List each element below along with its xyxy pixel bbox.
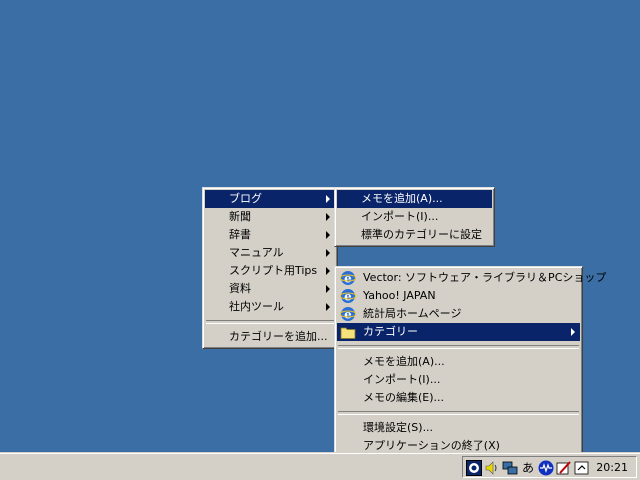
ie-icon: e [340,307,356,322]
submenu-arrow-icon [326,285,330,293]
svg-text:e: e [344,290,352,304]
signal-icon[interactable] [538,460,554,476]
menu-item-materials[interactable]: 資料 [205,280,335,298]
menu-item-add-memo[interactable]: メモを追加(A)... [337,190,492,208]
submenu-arrow-icon [571,328,575,336]
menu-item-label: Vector: ソフトウェア・ライブラリ＆PCショップ [363,271,607,284]
menu-separator [338,345,579,349]
submenu-arrow-icon [326,195,330,203]
menu-item-label: メモの編集(E)... [363,391,445,404]
menu-item-dictionary[interactable]: 辞書 [205,226,335,244]
tray-context-menu: e Vector: ソフトウェア・ライブラリ＆PCショップ e Yahoo! J… [334,266,606,458]
volume-icon[interactable] [484,460,500,476]
menu-item-link-vector[interactable]: e Vector: ソフトウェア・ライブラリ＆PCショップ [337,269,606,287]
menu-item-label: アプリケーションの終了(X) [363,439,500,452]
menu-item-label: マニュアル [229,246,284,259]
menu-item-link-yahoo[interactable]: e Yahoo! JAPAN [337,287,580,305]
folder-icon [340,327,356,339]
svg-text:e: e [344,308,352,322]
tool-icon[interactable] [556,460,572,476]
menu-item-label: 新聞 [229,210,251,223]
menu-item-label: 標準のカテゴリーに設定 [361,228,482,241]
menu-item-internal-tools[interactable]: 社内ツール [205,298,335,316]
network-icon[interactable] [502,460,518,476]
menu-item-label: 社内ツール [229,300,284,313]
submenu-arrow-icon [326,303,330,311]
menu-item-label: 環境設定(S)... [363,421,434,434]
menu-item-label: Yahoo! JAPAN [363,289,436,302]
menu-item-label: メモを追加(A)... [363,355,445,368]
menu-item-label: カテゴリーを追加... [229,330,328,343]
ie-icon: e [340,289,356,304]
menu-item-label: インポート(I)... [363,373,441,386]
menu-item-label: インポート(I)... [361,210,439,223]
blog-submenu: メモを追加(A)... インポート(I)... 標準のカテゴリーに設定 [334,187,495,247]
menu-item-label: 統計局ホームページ [363,307,462,320]
menu-item-label: 資料 [229,282,251,295]
menu-item-label: カテゴリー [363,325,418,338]
svg-text:e: e [344,272,352,286]
sync-icon[interactable] [574,460,590,476]
menu-item-add-memo[interactable]: メモを追加(A)... [337,353,580,371]
menu-item-import[interactable]: インポート(I)... [337,371,580,389]
submenu-arrow-icon [326,249,330,257]
menu-item-manual[interactable]: マニュアル [205,244,335,262]
submenu-arrow-icon [326,231,330,239]
menu-item-import[interactable]: インポート(I)... [337,208,492,226]
submenu-arrow-icon [326,267,330,275]
ime-icon[interactable]: あ [520,460,536,476]
menu-separator [206,320,334,324]
menu-item-category[interactable]: カテゴリー [337,323,580,341]
menu-item-edit-memo[interactable]: メモの編集(E)... [337,389,580,407]
menu-item-add-category[interactable]: カテゴリーを追加... [205,328,335,346]
menu-item-news[interactable]: 新聞 [205,208,335,226]
menu-item-label: メモを追加(A)... [361,192,443,205]
menu-item-label: ブログ [229,192,262,205]
menu-item-preferences[interactable]: 環境設定(S)... [337,419,580,437]
menu-item-set-default-category[interactable]: 標準のカテゴリーに設定 [337,226,492,244]
menu-item-label: 辞書 [229,228,251,241]
menu-item-script-tips[interactable]: スクリプト用Tips [205,262,335,280]
system-tray: あ 20:21 [462,456,637,478]
category-menu: ブログ 新聞 辞書 マニュアル スクリプト用Tips 資料 社内ツール カテゴリ… [202,187,338,349]
menu-item-link-stat-bureau[interactable]: e 統計局ホームページ [337,305,580,323]
app-tray-icon[interactable] [466,460,482,476]
menu-separator [338,411,579,415]
submenu-arrow-icon [326,213,330,221]
menu-item-blog[interactable]: ブログ [205,190,335,208]
menu-item-label: スクリプト用Tips [229,264,318,277]
clock[interactable]: 20:21 [596,460,628,476]
ie-icon: e [340,271,356,286]
